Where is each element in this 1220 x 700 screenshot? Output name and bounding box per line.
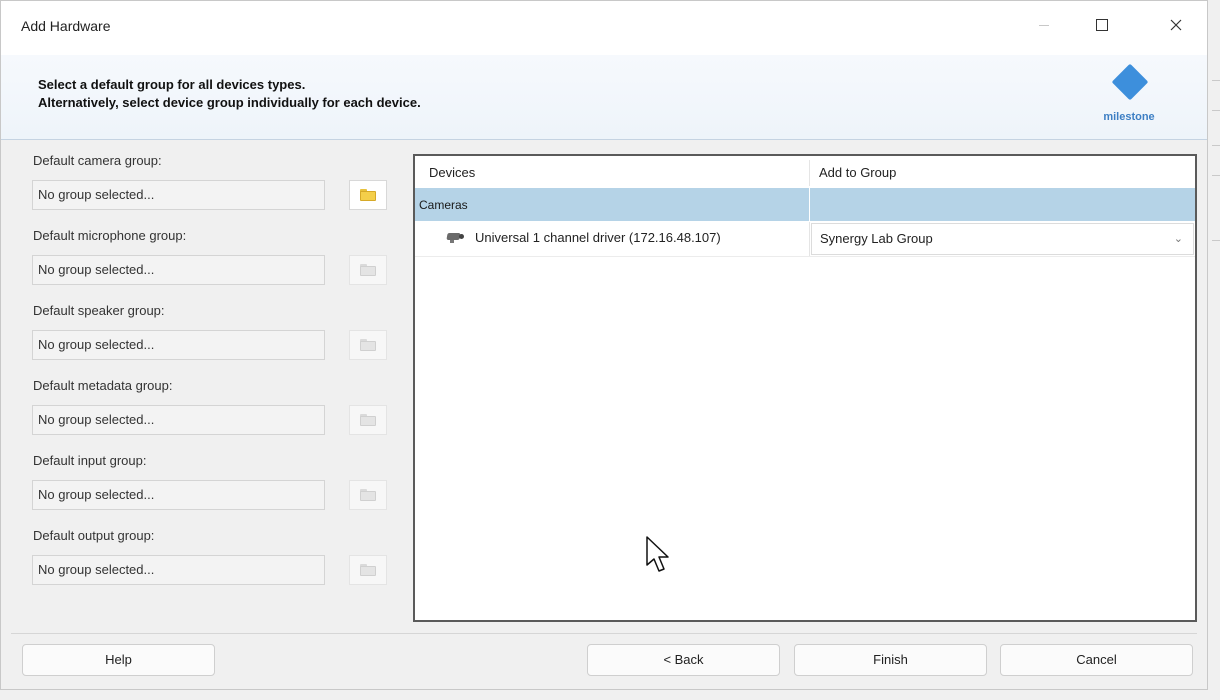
column-separator — [809, 188, 810, 221]
browse-camera-group-button[interactable] — [349, 180, 387, 210]
default-microphone-group-field[interactable]: No group selected... — [32, 255, 325, 285]
column-separator — [809, 222, 810, 256]
logo-diamond-icon — [1111, 63, 1149, 101]
default-microphone-group-label: Default microphone group: — [33, 228, 187, 243]
browse-microphone-group-button[interactable] — [349, 255, 387, 285]
default-speaker-group-field[interactable]: No group selected... — [32, 330, 325, 360]
default-camera-group: Default camera group: No group selected.… — [21, 151, 401, 226]
browse-input-group-button[interactable] — [349, 480, 387, 510]
default-camera-group-field[interactable]: No group selected... — [32, 180, 325, 210]
background-window-edge — [1212, 240, 1220, 241]
footer-divider — [11, 633, 1197, 634]
device-row[interactable]: Universal 1 channel driver (172.16.48.10… — [415, 222, 1195, 257]
close-icon — [1170, 19, 1182, 31]
instruction-line-2: Alternatively, select device group indiv… — [38, 95, 421, 110]
folder-icon — [360, 339, 376, 351]
maximize-button[interactable] — [1079, 7, 1125, 43]
browse-metadata-group-button[interactable] — [349, 405, 387, 435]
mouse-cursor-icon — [646, 536, 669, 572]
title-bar: Add Hardware — [1, 1, 1207, 55]
default-groups-panel: Default camera group: No group selected.… — [21, 151, 401, 601]
device-group-select[interactable]: Synergy Lab Group ⌄ — [811, 223, 1194, 255]
category-row-cameras[interactable]: Cameras — [415, 188, 1195, 221]
default-camera-group-label: Default camera group: — [33, 153, 162, 168]
finish-button[interactable]: Finish — [794, 644, 987, 676]
camera-icon — [445, 233, 465, 243]
device-group-value: Synergy Lab Group — [820, 231, 933, 246]
folder-icon — [360, 489, 376, 501]
minimize-button[interactable] — [1021, 7, 1067, 43]
milestone-logo: milestone — [1089, 63, 1169, 135]
background-window-edge — [1212, 110, 1220, 111]
default-input-group-label: Default input group: — [33, 453, 147, 468]
background-window-edge — [1212, 175, 1220, 176]
instruction-banner: Select a default group for all devices t… — [1, 55, 1207, 140]
category-label: Cameras — [419, 198, 468, 212]
default-output-group: Default output group: No group selected.… — [21, 526, 401, 601]
window-title: Add Hardware — [21, 18, 111, 34]
default-input-group-field[interactable]: No group selected... — [32, 480, 325, 510]
default-metadata-group-field[interactable]: No group selected... — [32, 405, 325, 435]
devices-grid[interactable]: Devices Add to Group Cameras Universal 1… — [413, 154, 1197, 622]
background-window-edge — [1212, 145, 1220, 146]
column-separator — [809, 160, 810, 186]
cancel-button[interactable]: Cancel — [1000, 644, 1193, 676]
device-name: Universal 1 channel driver (172.16.48.10… — [475, 230, 721, 245]
folder-icon — [360, 564, 376, 576]
browse-speaker-group-button[interactable] — [349, 330, 387, 360]
minimize-icon — [1039, 24, 1049, 26]
close-button[interactable] — [1153, 7, 1199, 43]
default-microphone-group: Default microphone group: No group selec… — [21, 226, 401, 301]
default-metadata-group-label: Default metadata group: — [33, 378, 173, 393]
logo-text: milestone — [1103, 111, 1155, 123]
maximize-icon — [1096, 19, 1108, 31]
column-header-devices[interactable]: Devices — [429, 165, 475, 180]
instruction-line-1: Select a default group for all devices t… — [38, 77, 306, 92]
default-output-group-label: Default output group: — [33, 528, 155, 543]
back-button[interactable]: < Back — [587, 644, 780, 676]
default-speaker-group: Default speaker group: No group selected… — [21, 301, 401, 376]
column-header-add-to-group[interactable]: Add to Group — [819, 165, 896, 180]
help-button[interactable]: Help — [22, 644, 215, 676]
background-window-edge — [1212, 80, 1220, 81]
default-output-group-field[interactable]: No group selected... — [32, 555, 325, 585]
folder-icon — [360, 264, 376, 276]
folder-icon — [360, 189, 376, 201]
add-hardware-dialog: Add Hardware Select a default group for … — [0, 0, 1208, 690]
browse-output-group-button[interactable] — [349, 555, 387, 585]
default-speaker-group-label: Default speaker group: — [33, 303, 165, 318]
default-input-group: Default input group: No group selected..… — [21, 451, 401, 526]
default-metadata-group: Default metadata group: No group selecte… — [21, 376, 401, 451]
chevron-down-icon: ⌄ — [1173, 233, 1183, 245]
grid-header: Devices Add to Group — [415, 156, 1195, 189]
folder-icon — [360, 414, 376, 426]
